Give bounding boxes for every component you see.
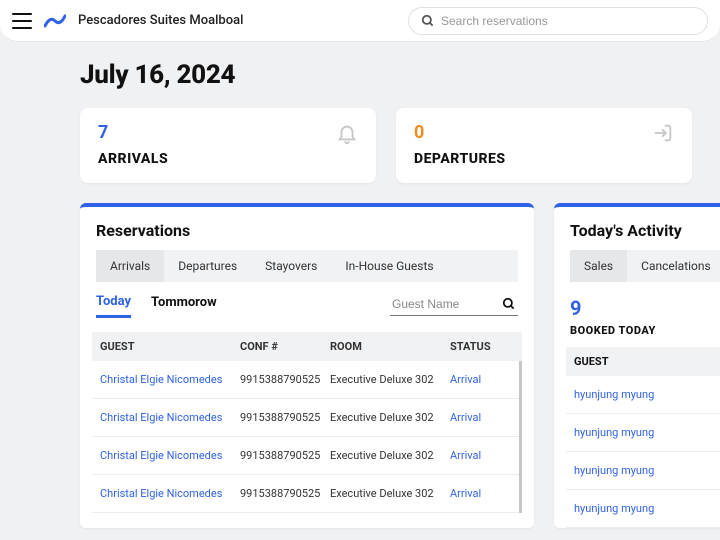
global-search[interactable] [408, 7, 708, 35]
room-cell: Executive Deluxe 302 [322, 411, 442, 424]
status-link[interactable]: Arrival [450, 487, 481, 500]
bell-icon [336, 122, 358, 148]
status-link[interactable]: Arrival [450, 373, 481, 386]
departures-card[interactable]: 0 DEPARTURES [396, 108, 692, 183]
reservations-panel: Reservations Arrivals Departures Stayove… [80, 203, 534, 528]
guest-link[interactable]: hyunjung myung [574, 464, 654, 477]
status-link[interactable]: Arrival [450, 449, 481, 462]
col-room: ROOM [322, 340, 442, 353]
room-cell: Executive Deluxe 302 [322, 487, 442, 500]
arrivals-count: 7 [98, 122, 358, 143]
activity-col-guest: GUEST [566, 347, 720, 376]
guest-search-input[interactable] [392, 297, 482, 311]
reservations-title: Reservations [80, 221, 534, 250]
page-title: July 16, 2024 [80, 60, 692, 90]
list-item[interactable]: hyunjung myung [566, 376, 720, 414]
search-icon [421, 14, 435, 28]
arrivals-card[interactable]: 7 ARRIVALS [80, 108, 376, 183]
top-bar: Pescadores Suites Moalboal [0, 0, 720, 42]
reservations-table-body[interactable]: Christal Elgie Nicomedes9915388790525Exe… [92, 361, 522, 513]
table-row[interactable]: Christal Elgie Nicomedes 9915388790525Exe… [92, 475, 519, 513]
booked-count: 9 [554, 282, 720, 324]
conf-cell: 9915388790525 [232, 487, 322, 500]
tab-inhouse[interactable]: In-House Guests [331, 250, 447, 282]
guest-search[interactable] [390, 295, 518, 316]
booked-label: BOOKED TODAY [554, 324, 720, 347]
conf-cell: 9915388790525 [232, 373, 322, 386]
arrivals-label: ARRIVALS [98, 151, 358, 167]
guest-link[interactable]: hyunjung myung [574, 388, 654, 401]
table-row[interactable]: Christal Elgie Nicomedes 9915388790525Exe… [92, 399, 519, 437]
list-item[interactable]: hyunjung myung [566, 414, 720, 452]
activity-body: hyunjung myung hyunjung myung hyunjung myu… [566, 376, 720, 528]
status-link[interactable]: Arrival [450, 411, 481, 424]
table-row[interactable]: Christal Elgie Nicomedes 9915388790525Exe… [92, 361, 519, 399]
reservations-table-head: GUEST CONF # ROOM STATUS [92, 332, 522, 361]
tab-stayovers[interactable]: Stayovers [251, 250, 331, 282]
guest-link[interactable]: Christal Elgie Nicomedes [100, 373, 222, 386]
exit-icon [652, 122, 674, 148]
list-item[interactable]: hyunjung myung [566, 490, 720, 528]
search-icon[interactable] [502, 297, 516, 311]
conf-cell: 9915388790525 [232, 449, 322, 462]
guest-link[interactable]: hyunjung myung [574, 502, 654, 515]
activity-title: Today's Activity [554, 221, 720, 250]
list-item[interactable]: hyunjung myung [566, 452, 720, 490]
menu-icon[interactable] [12, 13, 32, 29]
guest-link[interactable]: Christal Elgie Nicomedes [100, 449, 222, 462]
tab-cancelations[interactable]: Cancelations [627, 250, 720, 282]
logo-icon[interactable] [44, 13, 66, 29]
guest-link[interactable]: Christal Elgie Nicomedes [100, 487, 222, 500]
room-cell: Executive Deluxe 302 [322, 373, 442, 386]
subtab-tomorrow[interactable]: Tommorow [151, 295, 217, 316]
table-row[interactable]: Christal Elgie Nicomedes 9915388790525Exe… [92, 437, 519, 475]
departures-label: DEPARTURES [414, 151, 674, 167]
reservations-tabbar: Arrivals Departures Stayovers In-House G… [96, 250, 518, 282]
col-guest: GUEST [92, 340, 232, 353]
tab-sales[interactable]: Sales [570, 250, 627, 282]
property-name: Pescadores Suites Moalboal [78, 13, 243, 28]
search-input[interactable] [441, 14, 695, 28]
activity-panel: Today's Activity Sales Cancelations 9 BO… [554, 203, 720, 528]
room-cell: Executive Deluxe 302 [322, 449, 442, 462]
subtab-today[interactable]: Today [96, 294, 131, 318]
tab-arrivals[interactable]: Arrivals [96, 250, 164, 282]
guest-link[interactable]: Christal Elgie Nicomedes [100, 411, 222, 424]
conf-cell: 9915388790525 [232, 411, 322, 424]
col-status: STATUS [442, 340, 502, 353]
activity-tabbar: Sales Cancelations [570, 250, 720, 282]
tab-departures[interactable]: Departures [164, 250, 251, 282]
col-conf: CONF # [232, 340, 322, 353]
departures-count: 0 [414, 122, 674, 143]
guest-link[interactable]: hyunjung myung [574, 426, 654, 439]
